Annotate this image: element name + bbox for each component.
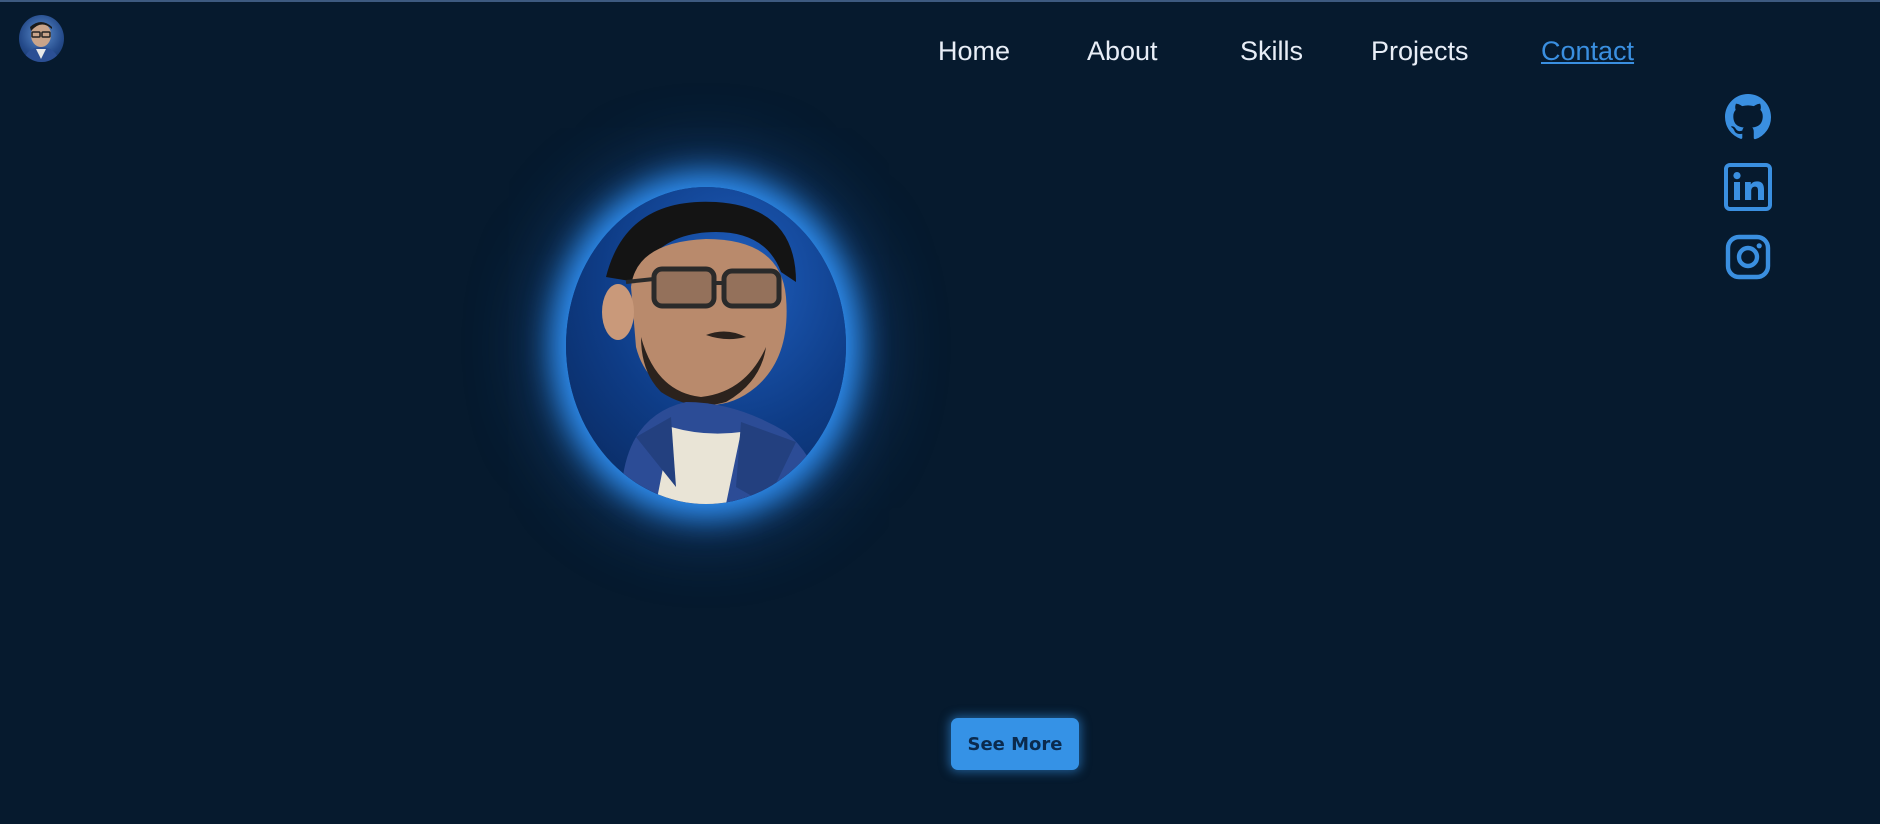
nav-about-link[interactable]: About (1087, 36, 1158, 67)
nav-home-link[interactable]: Home (938, 36, 1010, 67)
see-more-button[interactable]: See More (951, 718, 1079, 770)
github-icon (1725, 94, 1772, 140)
profile-photo-illustration (566, 187, 846, 504)
instagram-icon (1725, 234, 1771, 280)
nav-skills-link[interactable]: Skills (1240, 36, 1303, 67)
linkedin-link[interactable] (1724, 163, 1772, 211)
avatar-icon (23, 22, 60, 62)
nav-contact-link[interactable]: Contact (1541, 36, 1634, 67)
page: Home About Skills Projects Contact See M… (0, 0, 1880, 824)
instagram-link[interactable] (1724, 233, 1772, 281)
profile-photo (566, 187, 846, 504)
top-border (0, 0, 1880, 2)
nav-projects-link[interactable]: Projects (1371, 36, 1469, 67)
logo-avatar[interactable] (19, 15, 64, 62)
github-link[interactable] (1724, 93, 1772, 141)
linkedin-icon (1724, 163, 1772, 211)
